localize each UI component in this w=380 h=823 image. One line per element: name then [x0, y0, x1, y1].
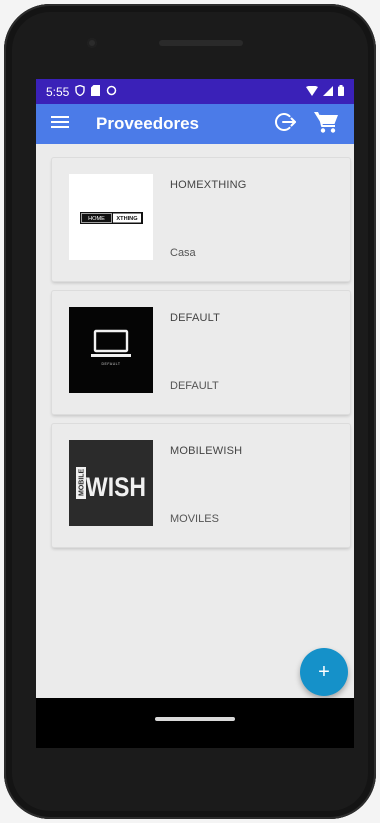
logo-side-text: MOBILE	[79, 468, 86, 496]
provider-category: Casa	[170, 247, 196, 259]
provider-logo: MOBILE WISH	[69, 440, 153, 526]
provider-category: MOVILES	[170, 513, 219, 525]
provider-logo: HOME XTHING	[69, 174, 153, 260]
provider-name: HOMEXTHING	[170, 179, 247, 191]
navigation-bar	[36, 698, 354, 748]
page-title: Proveedores	[96, 114, 199, 133]
plus-icon: +	[318, 660, 330, 683]
status-bar: 5:55	[36, 79, 354, 104]
phone-frame: 5:55 Proveedores HOME XTHING HOMEXTHING …	[4, 4, 376, 819]
signal-icon	[323, 85, 333, 99]
default-logo-graphic: DEFAULT	[91, 329, 131, 366]
logout-icon	[274, 110, 298, 139]
earpiece-speaker	[159, 40, 243, 46]
provider-list: HOME XTHING HOMEXTHING Casa DEFAULT DEFA…	[36, 144, 354, 547]
provider-category: DEFAULT	[170, 380, 219, 392]
screen: 5:55 Proveedores HOME XTHING HOMEXTHING …	[36, 79, 354, 748]
logout-button[interactable]	[270, 108, 302, 140]
home-gesture-handle[interactable]	[155, 717, 235, 721]
status-time: 5:55	[46, 84, 70, 99]
sync-icon	[106, 85, 117, 99]
provider-card-default[interactable]: DEFAULT DEFAULT DEFAULT	[52, 291, 350, 414]
sd-card-icon	[91, 84, 101, 99]
menu-button[interactable]	[48, 112, 72, 136]
provider-name: DEFAULT	[170, 312, 221, 324]
shield-icon	[75, 84, 86, 99]
provider-card-homexthing[interactable]: HOME XTHING HOMEXTHING Casa	[52, 158, 350, 281]
provider-name: MOBILEWISH	[170, 445, 243, 457]
battery-icon	[338, 84, 344, 99]
provider-card-mobilewish[interactable]: MOBILE WISH MOBILEWISH MOVILES	[52, 424, 350, 547]
front-camera	[87, 38, 97, 48]
logo-text: DEFAULT	[102, 362, 121, 366]
status-left: 5:55	[46, 84, 117, 99]
logo-text-left: HOME	[88, 216, 105, 222]
logo-text-right: XTHING	[116, 216, 137, 222]
homexthing-logo-graphic: HOME XTHING	[80, 212, 143, 224]
mobilewish-logo-graphic: MOBILE WISH	[76, 467, 146, 502]
add-provider-button[interactable]: +	[300, 648, 348, 696]
status-right	[306, 84, 344, 99]
app-bar: Proveedores	[36, 104, 354, 144]
wifi-icon	[306, 85, 318, 99]
shopping-cart-button[interactable]	[310, 108, 342, 140]
logo-main-text: WISH	[86, 472, 146, 502]
shopping-cart-icon	[313, 110, 339, 139]
menu-icon	[51, 115, 69, 134]
provider-logo: DEFAULT	[69, 307, 153, 393]
